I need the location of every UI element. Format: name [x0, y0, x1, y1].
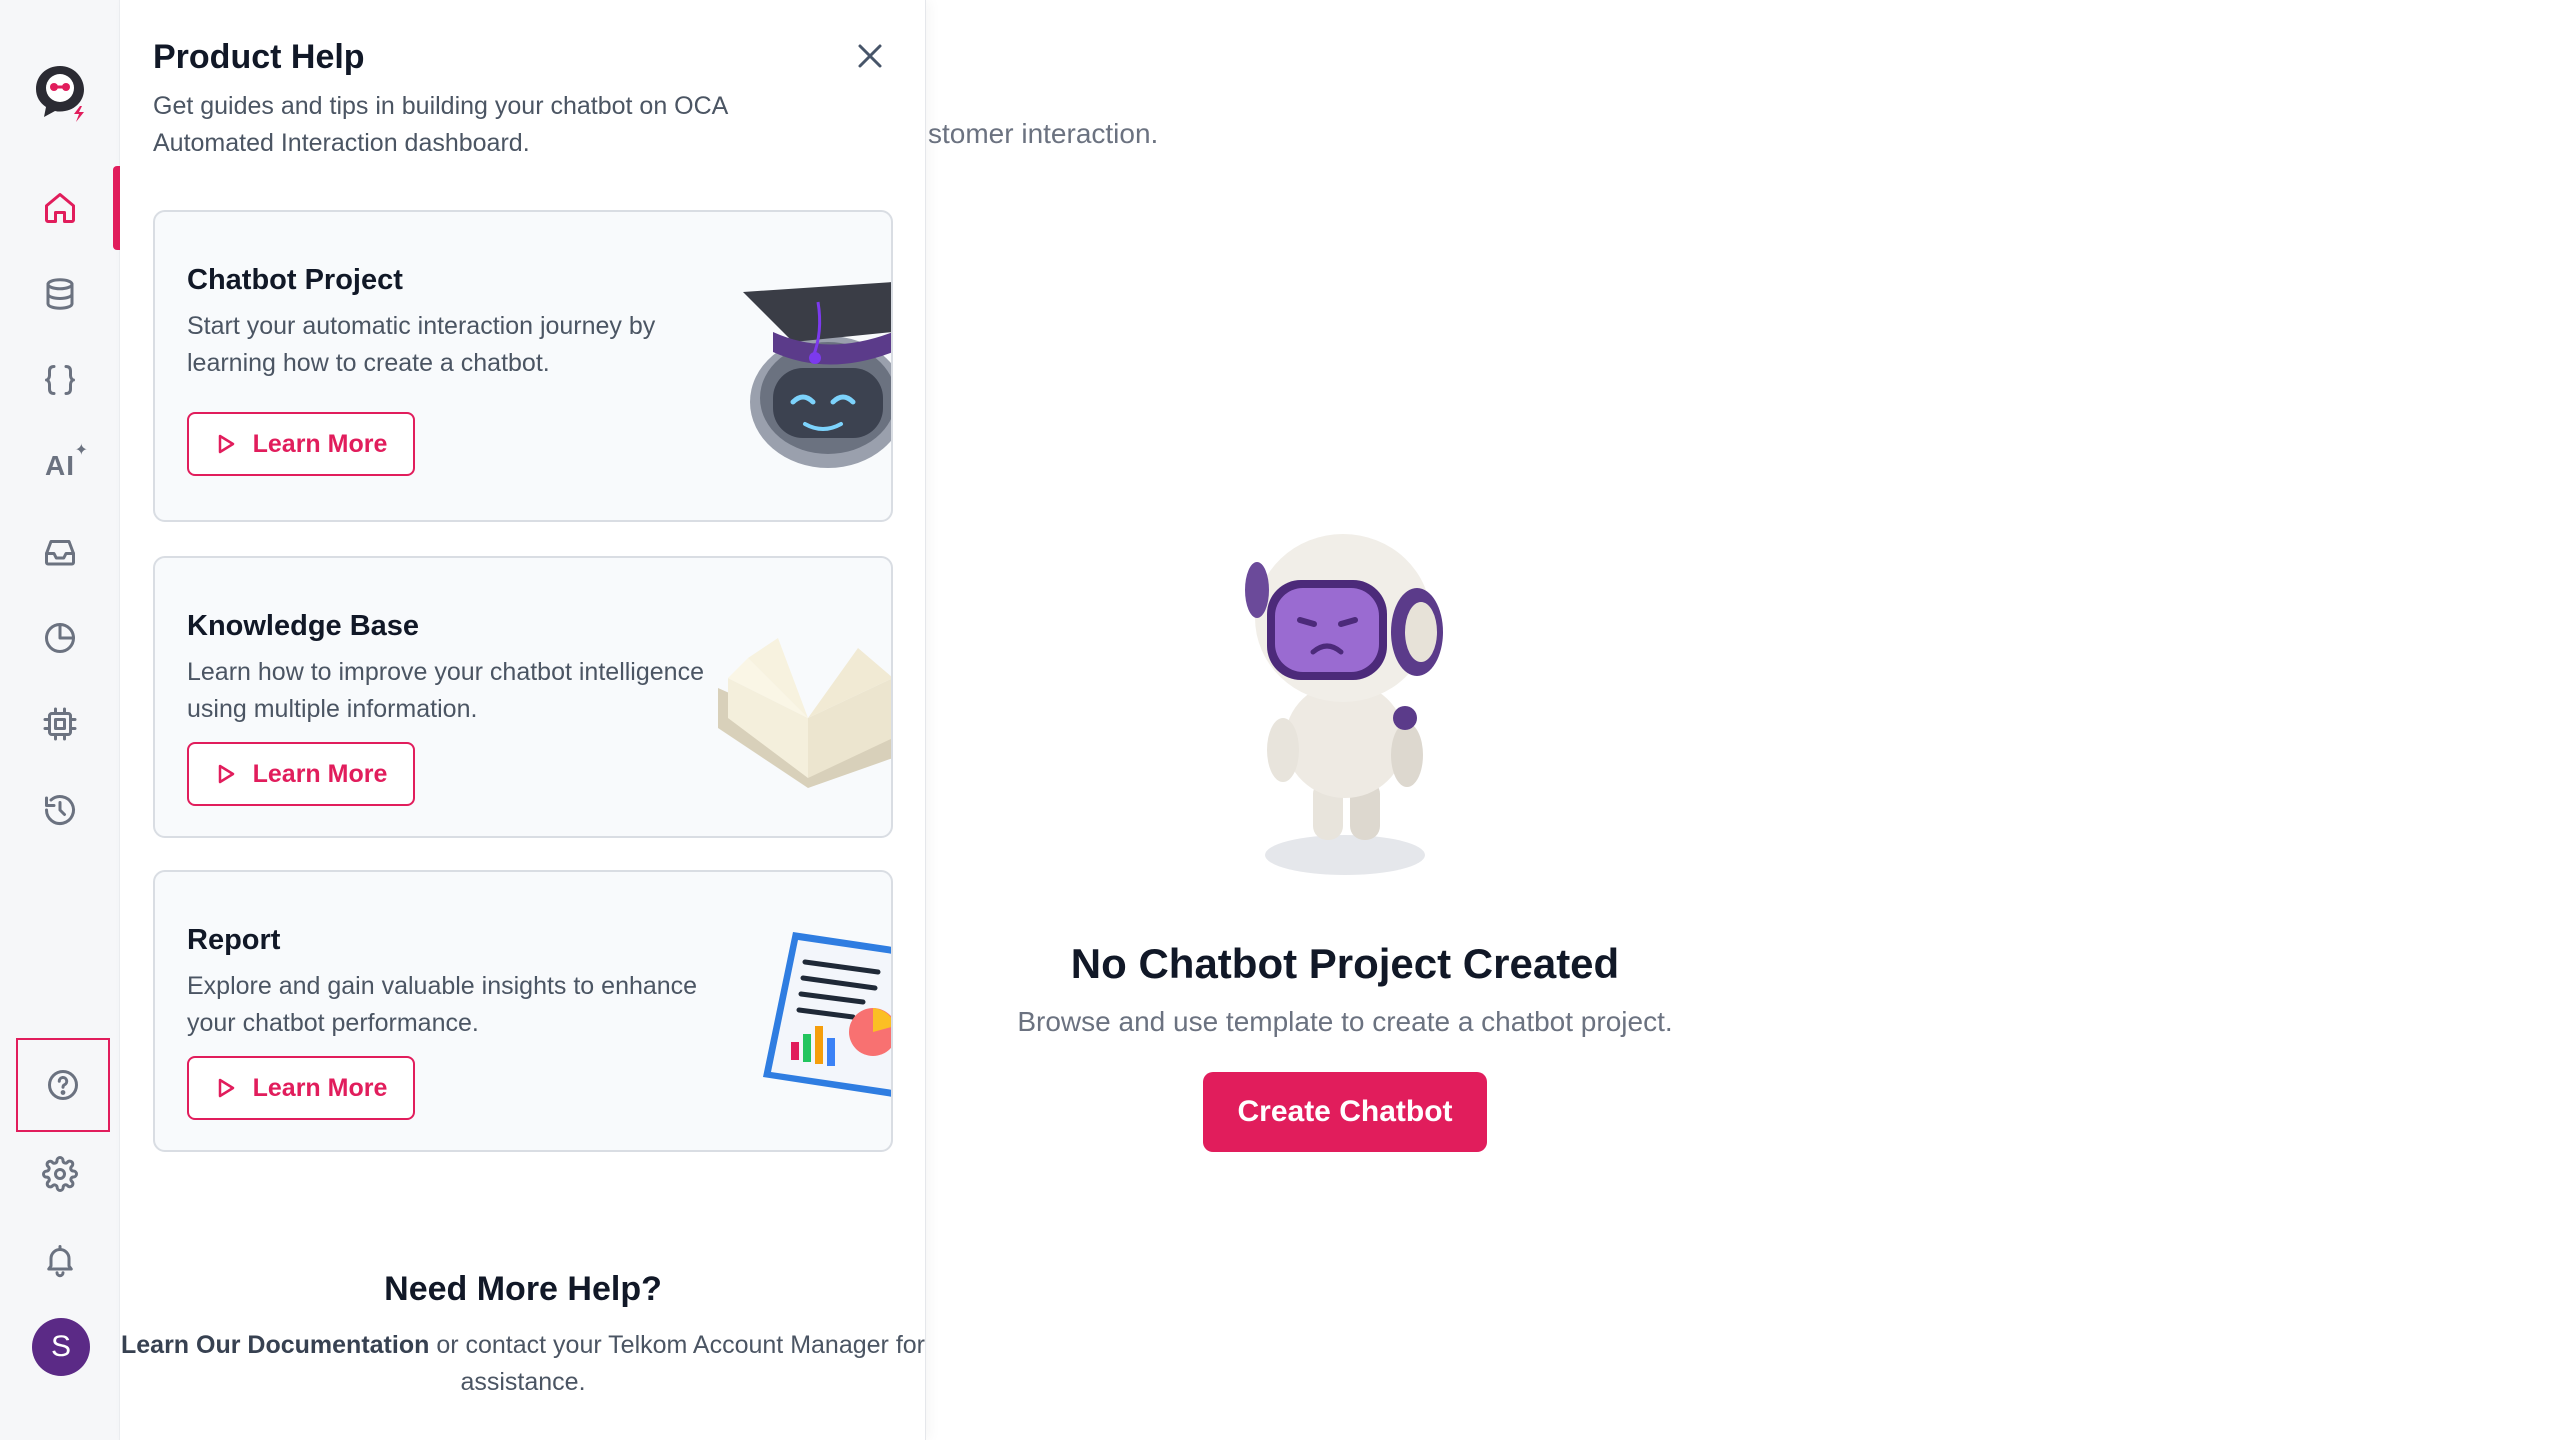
more-help-section: Need More Help? Learn Our Documentation …	[120, 1270, 926, 1401]
more-help-text: or contact your Telkom Account Manager f…	[429, 1331, 925, 1396]
pie-chart-icon	[45, 623, 75, 653]
code-braces-icon	[45, 365, 75, 395]
help-card-report: Report Explore and gain valuable insight…	[153, 870, 893, 1152]
learn-more-button[interactable]: Learn More	[187, 1056, 415, 1120]
documentation-link[interactable]: Learn Our Documentation	[121, 1331, 429, 1359]
nav-inbox[interactable]	[20, 518, 100, 586]
help-card-knowledge-base: Knowledge Base Learn how to improve your…	[153, 556, 893, 838]
avatar[interactable]: S	[32, 1318, 90, 1376]
card-description: Learn how to improve your chatbot intell…	[187, 658, 704, 723]
page-subtitle: stomer interaction.	[928, 118, 1159, 149]
avatar-initial: S	[50, 1330, 71, 1363]
settings-icon	[42, 1156, 78, 1192]
graduate-robot-illustration	[743, 282, 891, 468]
help-icon	[48, 1070, 78, 1100]
panel-title: Product Help	[153, 38, 365, 76]
card-title: Chatbot Project	[187, 264, 403, 296]
play-icon	[218, 1078, 234, 1098]
play-icon	[218, 764, 234, 784]
nav-home[interactable]	[20, 174, 100, 242]
help-card-chatbot-project: Chatbot Project Start your automatic int…	[153, 210, 893, 522]
sidebar: AI ✦ S	[0, 0, 121, 1440]
card-description: Start your automatic interaction journey…	[187, 312, 656, 377]
panel-description: Get guides and tips in building your cha…	[153, 92, 727, 157]
nav-hardware[interactable]	[20, 690, 100, 758]
nav-integration[interactable]	[20, 346, 100, 414]
database-icon	[46, 278, 74, 310]
card-title: Knowledge Base	[187, 610, 420, 642]
nav-help[interactable]	[16, 1038, 110, 1132]
nav-analytics[interactable]	[20, 604, 100, 672]
inbox-icon	[45, 540, 75, 566]
nav-history[interactable]	[20, 776, 100, 844]
ai-sparkle-icon: AI ✦	[45, 442, 89, 481]
create-chatbot-button[interactable]: Create Chatbot	[1203, 1072, 1487, 1152]
report-document-illustration	[763, 932, 891, 1097]
learn-more-button[interactable]: Learn More	[187, 742, 415, 806]
robot-illustration	[1245, 534, 1443, 875]
home-icon	[45, 193, 75, 223]
learn-more-label: Learn More	[252, 1073, 388, 1102]
nav-database[interactable]	[20, 260, 100, 328]
chip-icon	[43, 707, 77, 741]
learn-more-label: Learn More	[252, 759, 388, 788]
play-icon	[218, 434, 234, 454]
logo-icon[interactable]	[28, 60, 92, 124]
nav-notifications[interactable]	[20, 1226, 100, 1294]
card-description: Explore and gain valuable insights to en…	[187, 972, 698, 1037]
learn-more-label: Learn More	[252, 429, 388, 458]
open-book-illustration	[718, 638, 891, 788]
empty-state-subtitle: Browse and use template to create a chat…	[1017, 1006, 1673, 1037]
nav-ai[interactable]: AI ✦	[20, 432, 100, 500]
empty-state: No Chatbot Project Created Browse and us…	[930, 500, 1760, 1180]
card-title: Report	[187, 924, 281, 956]
close-icon	[858, 44, 882, 68]
empty-state-title: No Chatbot Project Created	[1070, 940, 1620, 987]
learn-more-button[interactable]: Learn More	[187, 412, 415, 476]
close-button[interactable]	[850, 36, 890, 76]
more-help-title: Need More Help?	[384, 1270, 662, 1308]
bell-icon	[47, 1245, 73, 1278]
nav-settings[interactable]	[20, 1140, 100, 1208]
more-help-description: Learn Our Documentation or contact your …	[120, 1327, 926, 1401]
product-help-panel: Product Help Get guides and tips in buil…	[120, 0, 926, 1440]
history-icon	[45, 795, 75, 826]
